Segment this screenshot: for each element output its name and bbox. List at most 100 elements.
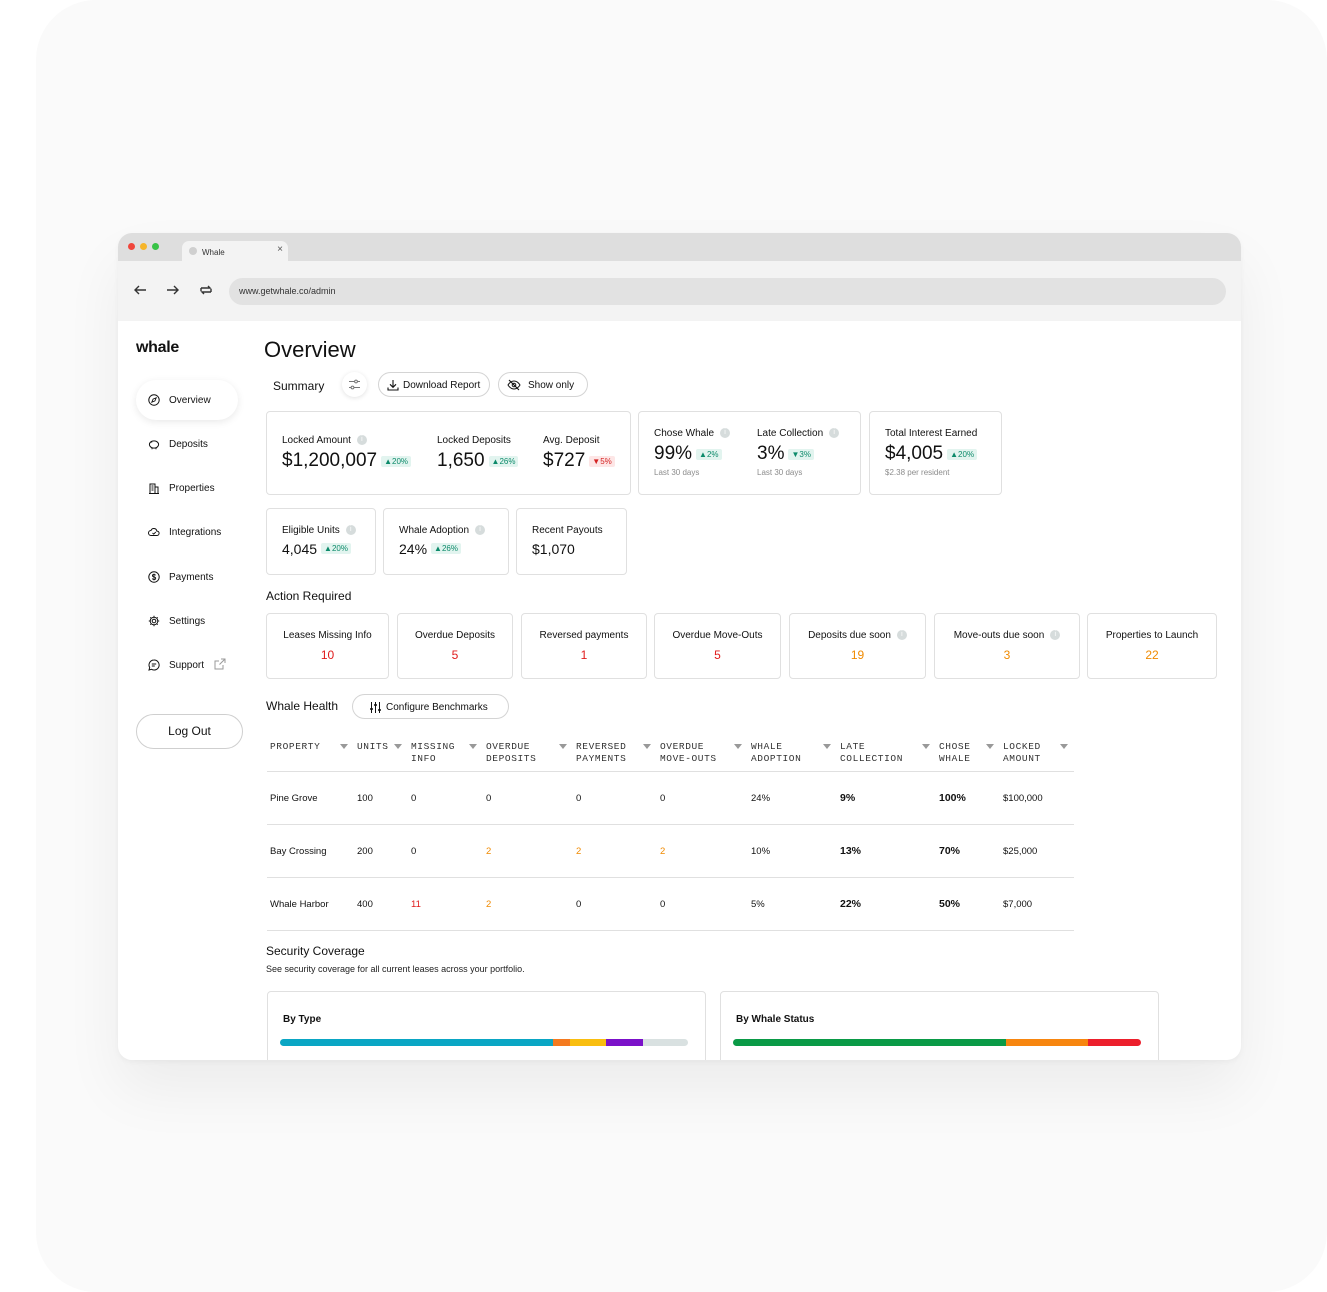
action-card-deposits-due-soon[interactable]: Deposits due soon i 19 xyxy=(789,613,926,679)
browser-toolbar: www.getwhale.co/admin xyxy=(118,261,1241,321)
coverage-by-type-segment[interactable] xyxy=(569,1039,607,1046)
address-bar[interactable]: www.getwhale.co/admin xyxy=(229,278,1226,305)
cell-locked-amount: $100,000 xyxy=(1000,771,1074,825)
forward-arrow-icon[interactable] xyxy=(166,283,180,301)
sort-caret-icon[interactable] xyxy=(394,744,402,749)
info-icon[interactable]: i xyxy=(475,525,486,536)
column-header-whale-adoption[interactable]: WHALE ADOPTION xyxy=(748,733,837,772)
log-out-button[interactable]: Log Out xyxy=(136,714,243,749)
sidebar-item-integrations[interactable]: Integrations xyxy=(136,512,238,552)
action-card-properties-to-launch[interactable]: Properties to Launch 22 xyxy=(1087,613,1217,679)
action-card-label: Overdue Deposits xyxy=(414,630,496,641)
action-card-value: 3 xyxy=(1003,648,1011,662)
column-header-late-collection[interactable]: LATE COLLECTION xyxy=(837,733,936,772)
coverage-by-type-segment[interactable] xyxy=(553,1039,570,1046)
sort-caret-icon[interactable] xyxy=(734,744,742,749)
total-interest-change-badge: ▲20% xyxy=(947,448,978,460)
sidebar-item-overview[interactable]: Overview xyxy=(136,380,238,420)
piggy-bank-icon xyxy=(148,440,160,450)
sort-caret-icon[interactable] xyxy=(559,744,567,749)
action-card-overdue-deposits[interactable]: Overdue Deposits 5 xyxy=(397,613,513,679)
action-card-leases-missing-info[interactable]: Leases Missing Info 10 xyxy=(266,613,389,679)
column-header-units[interactable]: UNITS xyxy=(354,733,408,772)
back-arrow-icon[interactable] xyxy=(133,283,147,301)
cell-missing-info: 0 xyxy=(408,824,483,878)
show-only-button[interactable]: Show only xyxy=(498,372,588,397)
info-icon[interactable]: i xyxy=(345,525,356,536)
info-icon[interactable]: i xyxy=(720,428,731,439)
action-card-move-outs-due-soon[interactable]: Move-outs due soon i 3 xyxy=(934,613,1080,679)
coverage-by-status-segment[interactable] xyxy=(1006,1039,1088,1046)
whale-adoption-stat: Whale Adoption i 24% ▲26% xyxy=(399,525,486,558)
browser-tab-strip: Whale × xyxy=(118,233,1241,261)
action-card-label: Deposits due soon xyxy=(808,630,891,641)
download-report-button[interactable]: Download Report xyxy=(378,372,490,397)
summary-label: Summary xyxy=(273,379,325,393)
sidebar-item-support[interactable]: Support xyxy=(136,645,238,685)
table-header-row: PROPERTY UNITS MISSING INFO OVERDUE DEPOSI… xyxy=(267,733,1074,772)
locked-deposits-label: Locked Deposits xyxy=(437,435,511,446)
close-window-dot[interactable] xyxy=(128,243,135,250)
column-header-reversed-payments[interactable]: REVERSED PAYMENTS xyxy=(573,733,657,772)
maximize-window-dot[interactable] xyxy=(152,243,159,250)
column-header-chose-whale[interactable]: CHOSE WHALE xyxy=(936,733,1000,772)
column-header-overdue-deposits[interactable]: OVERDUE DEPOSITS xyxy=(483,733,573,772)
browser-tab[interactable]: Whale × xyxy=(182,241,288,261)
action-card-value: 5 xyxy=(714,648,721,662)
info-icon[interactable]: i xyxy=(829,428,840,439)
column-header-overdue-move-outs[interactable]: OVERDUE MOVE-OUTS xyxy=(657,733,748,772)
sidebar-item-label: Integrations xyxy=(169,527,222,538)
action-card-reversed-payments[interactable]: Reversed payments 1 xyxy=(521,613,647,679)
info-icon[interactable]: i xyxy=(896,630,907,641)
action-card-value: 1 xyxy=(580,648,588,662)
total-interest-stat: Total Interest Earned $4,005 ▲20% $2.38 p… xyxy=(885,428,977,477)
total-interest-value: $4,005 xyxy=(885,443,944,464)
coverage-by-status-segment[interactable] xyxy=(1087,1039,1141,1046)
sidebar-item-deposits[interactable]: Deposits xyxy=(136,424,238,464)
summary-settings-button[interactable] xyxy=(342,372,367,397)
cell-whale-adoption: 10% xyxy=(748,824,837,878)
whale-logo[interactable]: whale xyxy=(136,339,179,357)
column-header-missing-info[interactable]: MISSING INFO xyxy=(408,733,483,772)
sort-caret-icon[interactable] xyxy=(986,744,994,749)
table-row[interactable]: Whale Harbor 400 11 2 0 0 5% 22% 50% $7,… xyxy=(267,877,1074,931)
action-card-overdue-move-outs[interactable]: Overdue Move-Outs 5 xyxy=(654,613,781,679)
late-collection-change-badge: ▼3% xyxy=(788,448,814,460)
table-row[interactable]: Bay Crossing 200 0 2 2 2 10% 13% 70% $25… xyxy=(267,824,1074,878)
cell-late-collection: 22% xyxy=(837,877,936,931)
eligible-units-label: Eligible Units xyxy=(282,525,340,536)
show-only-label: Show only xyxy=(528,380,575,391)
coverage-by-type-segment[interactable] xyxy=(280,1039,554,1046)
chose-whale-stat: Chose Whale i 99% ▲2% Last 30 days xyxy=(654,428,731,477)
configure-benchmarks-button[interactable]: Configure Benchmarks xyxy=(352,694,509,719)
coverage-by-status-segment[interactable] xyxy=(733,1039,1007,1046)
security-coverage-title: Security Coverage xyxy=(266,944,365,958)
sort-caret-icon[interactable] xyxy=(823,744,831,749)
sort-caret-icon[interactable] xyxy=(469,744,477,749)
sort-caret-icon[interactable] xyxy=(1060,744,1068,749)
cell-late-collection: 9% xyxy=(837,771,936,825)
column-header-property[interactable]: PROPERTY xyxy=(267,733,354,772)
sort-caret-icon[interactable] xyxy=(922,744,930,749)
coverage-by-type-segment[interactable] xyxy=(643,1039,688,1046)
sidebar-item-payments[interactable]: Payments xyxy=(136,557,238,597)
eligible-units-card: Eligible Units i 4,045 ▲20% xyxy=(266,508,376,575)
chat-icon xyxy=(148,659,160,671)
sort-caret-icon[interactable] xyxy=(643,744,651,749)
info-icon[interactable]: i xyxy=(1050,630,1061,641)
late-collection-label: Late Collection xyxy=(757,428,824,439)
coverage-by-type-segment[interactable] xyxy=(606,1039,644,1046)
cell-reversed-payments: 2 xyxy=(573,824,657,878)
chose-whale-change-badge: ▲2% xyxy=(696,448,722,460)
avg-deposit-value: $727 xyxy=(543,450,586,471)
sort-caret-icon[interactable] xyxy=(340,744,348,749)
cell-units: 400 xyxy=(354,877,408,931)
table-row[interactable]: Pine Grove 100 0 0 0 0 24% 9% 100% $100,… xyxy=(267,771,1074,825)
column-header-locked-amount[interactable]: LOCKED AMOUNT xyxy=(1000,733,1074,772)
info-icon[interactable]: i xyxy=(356,435,367,446)
sidebar-item-settings[interactable]: Settings xyxy=(136,601,238,641)
reload-icon[interactable] xyxy=(199,283,213,301)
minimize-window-dot[interactable] xyxy=(140,243,147,250)
tab-close-icon[interactable]: × xyxy=(277,244,283,255)
sidebar-item-properties[interactable]: Properties xyxy=(136,468,238,508)
